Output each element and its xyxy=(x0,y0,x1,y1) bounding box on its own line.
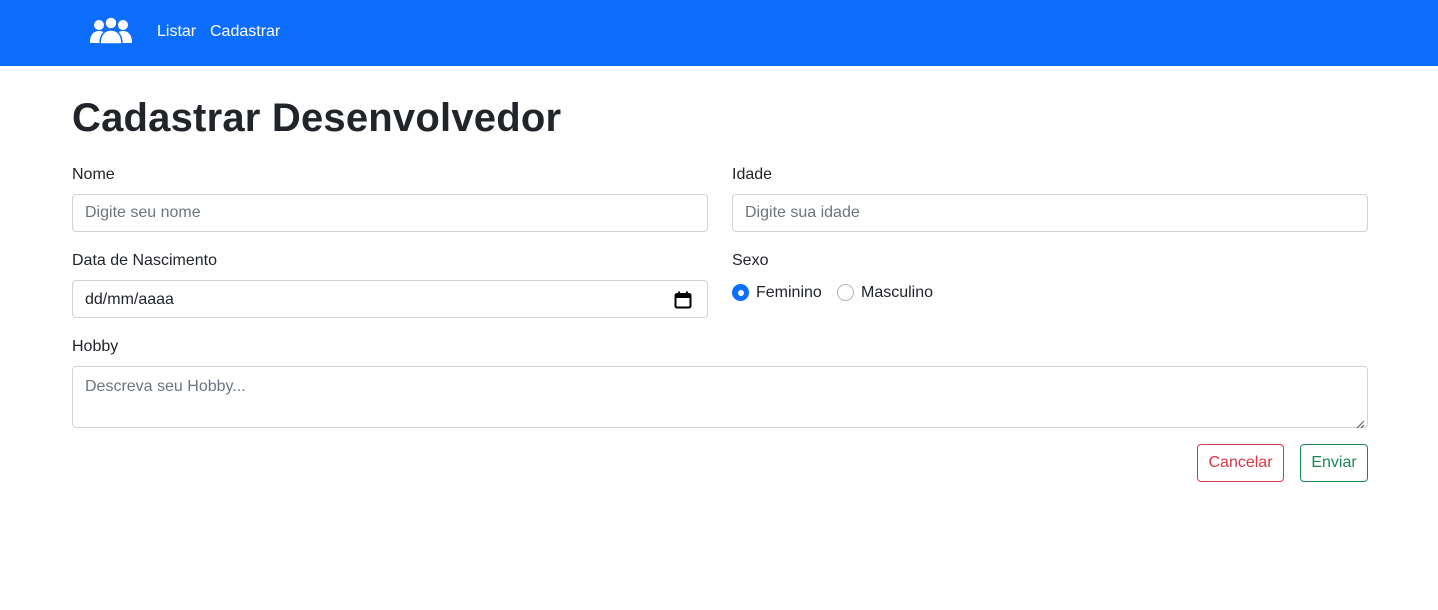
submit-button[interactable]: Enviar xyxy=(1300,444,1368,482)
radio-label-feminino: Feminino xyxy=(756,284,822,301)
idade-input[interactable] xyxy=(732,194,1368,232)
cancel-button[interactable]: Cancelar xyxy=(1197,444,1284,482)
radio-feminino[interactable] xyxy=(732,284,749,301)
nav-link-cadastrar[interactable]: Cadastrar xyxy=(210,22,280,42)
date-value: dd/mm/aaaa xyxy=(85,291,174,308)
nome-label: Nome xyxy=(72,166,115,183)
hobby-textarea[interactable]: Descreva seu Hobby... xyxy=(72,366,1368,429)
radio-masculino[interactable] xyxy=(837,284,854,301)
radio-label-masculino: Masculino xyxy=(861,284,934,301)
nascimento-label: Data de Nascimento xyxy=(72,252,217,269)
nav-link-listar[interactable]: Listar xyxy=(157,22,196,42)
users-icon[interactable] xyxy=(90,16,132,45)
date-input[interactable]: dd/mm/aaaa xyxy=(72,280,708,318)
hobby-label: Hobby xyxy=(72,338,119,355)
navbar: Listar Cadastrar xyxy=(0,0,1438,66)
nome-input[interactable] xyxy=(72,194,708,232)
calendar-icon[interactable] xyxy=(674,291,692,309)
hobby-placeholder: Descreva seu Hobby... xyxy=(85,378,246,395)
sexo-label: Sexo xyxy=(732,252,769,269)
idade-label: Idade xyxy=(732,166,773,183)
page-title: Cadastrar Desenvolvedor xyxy=(72,96,562,140)
resize-grip-icon[interactable] xyxy=(1356,416,1365,429)
